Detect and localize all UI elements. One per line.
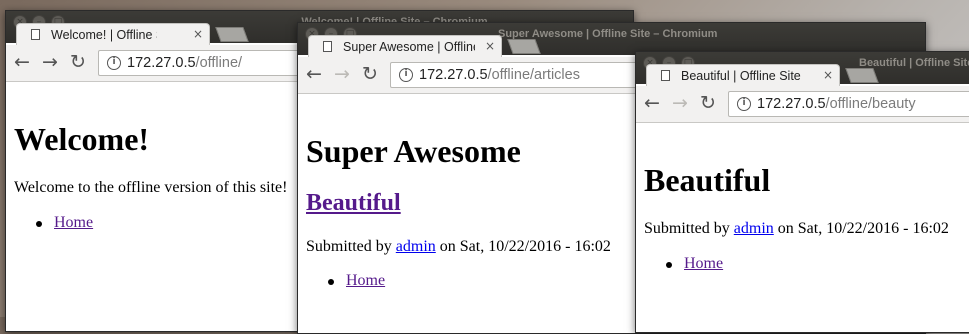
reload-icon[interactable]: ↻ <box>362 63 378 85</box>
welcome-text: Welcome to the offline version of this s… <box>14 179 288 196</box>
list-item: Home <box>665 255 723 273</box>
reload-icon[interactable]: ↻ <box>700 92 716 114</box>
submitted-line: Submitted by admin on Sat, 10/22/2016 - … <box>644 220 949 237</box>
page-heading: Beautiful <box>644 162 771 198</box>
tab-close-icon[interactable]: × <box>823 68 833 82</box>
info-icon[interactable]: i <box>107 56 121 70</box>
home-link[interactable]: Home <box>684 255 723 272</box>
window-title: Super Awesome | Offline Site – Chromium <box>498 28 718 40</box>
article-link[interactable]: Beautiful <box>306 190 401 216</box>
page-icon <box>661 70 670 81</box>
author-link[interactable]: admin <box>734 220 774 237</box>
nav-menu: Home <box>327 272 385 290</box>
url-text: 172.27.0.5/offline/beauty <box>757 96 916 112</box>
browser-tab[interactable]: Super Awesome | Offline Site × <box>308 35 502 57</box>
tab-label: Beautiful | Offline Site <box>681 69 801 83</box>
forward-icon[interactable]: → <box>334 63 350 85</box>
submitted-line: Submitted by admin on Sat, 10/22/2016 - … <box>306 238 611 255</box>
forward-icon[interactable]: → <box>672 92 688 114</box>
info-icon[interactable]: i <box>399 68 413 82</box>
page-heading: Welcome! <box>14 121 150 157</box>
url-text: 172.27.0.5/offline/articles <box>419 67 580 83</box>
tab-label: Super Awesome | Offline Site <box>343 40 475 54</box>
page-content: Beautiful Submitted by admin on Sat, 10/… <box>636 123 969 332</box>
forward-icon[interactable]: → <box>42 51 58 73</box>
page-icon <box>323 41 332 52</box>
page-icon <box>31 29 40 40</box>
window-title: Beautiful | Offline Site – Chromium <box>859 57 969 69</box>
back-icon[interactable]: ← <box>644 92 660 114</box>
back-icon[interactable]: ← <box>306 63 322 85</box>
tab-close-icon[interactable]: × <box>485 39 495 53</box>
list-item: Home <box>35 214 93 232</box>
home-link[interactable]: Home <box>54 214 93 231</box>
browser-tab[interactable]: Welcome! | Offline Site × <box>16 23 210 45</box>
new-tab-button[interactable] <box>845 68 879 83</box>
info-icon[interactable]: i <box>737 97 751 111</box>
back-icon[interactable]: ← <box>14 51 30 73</box>
list-item: Home <box>327 272 385 290</box>
new-tab-button[interactable] <box>215 27 249 42</box>
browser-tab[interactable]: Beautiful | Offline Site × <box>646 64 840 86</box>
reload-icon[interactable]: ↻ <box>70 51 86 73</box>
page-heading: Super Awesome <box>306 133 521 169</box>
nav-menu: Home <box>35 214 93 232</box>
article-title: Beautiful <box>306 190 401 217</box>
new-tab-button[interactable] <box>507 39 541 54</box>
url-text: 172.27.0.5/offline/ <box>127 55 243 71</box>
nav-menu: Home <box>665 255 723 273</box>
home-link[interactable]: Home <box>346 272 385 289</box>
author-link[interactable]: admin <box>396 238 436 255</box>
address-bar[interactable]: i 172.27.0.5/offline/beauty <box>728 91 969 117</box>
tab-close-icon[interactable]: × <box>193 27 203 41</box>
tab-label: Welcome! | Offline Site <box>51 28 157 42</box>
browser-toolbar: ← → ↻ i 172.27.0.5/offline/beauty <box>636 86 969 123</box>
browser-window-beauty: × – □ Beautiful | Offline Site – Chromiu… <box>635 51 969 333</box>
